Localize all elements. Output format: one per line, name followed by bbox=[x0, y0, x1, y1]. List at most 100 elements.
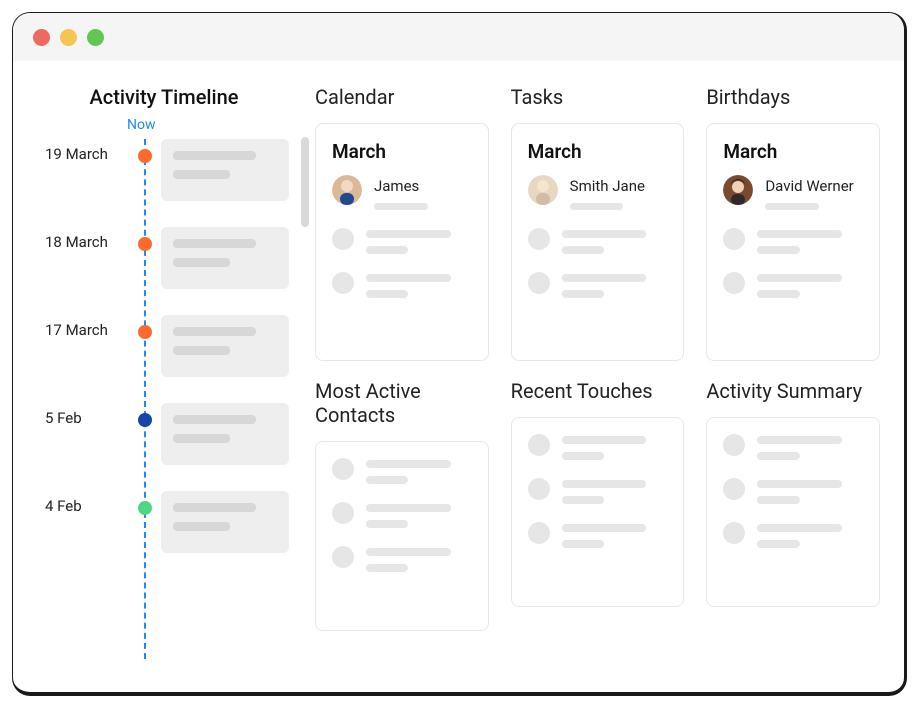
timeline-date: 5 Feb bbox=[45, 403, 121, 427]
placeholder-dot-icon bbox=[332, 458, 354, 480]
list-item[interactable] bbox=[332, 272, 472, 298]
placeholder-dot-icon bbox=[528, 522, 550, 544]
placeholder-dot-icon bbox=[723, 522, 745, 544]
activity-timeline-pane: Activity Timeline Now 19 March 18 March bbox=[29, 85, 301, 692]
placeholder-line bbox=[374, 203, 428, 210]
placeholder-line bbox=[757, 290, 799, 298]
placeholder-line bbox=[765, 203, 819, 210]
timeline-entry[interactable]: 5 Feb bbox=[45, 403, 293, 491]
placeholder-line bbox=[757, 246, 799, 254]
timeline-entry[interactable]: 4 Feb bbox=[45, 491, 293, 579]
titlebar bbox=[13, 13, 904, 61]
timeline-card[interactable] bbox=[161, 139, 289, 201]
card-month: March bbox=[528, 140, 668, 163]
list-item[interactable] bbox=[723, 522, 863, 548]
list-item[interactable] bbox=[332, 502, 472, 528]
birthdays-card[interactable]: March David Werner bbox=[706, 123, 880, 361]
placeholder-line bbox=[366, 246, 408, 254]
most-active-contacts-card[interactable] bbox=[315, 441, 489, 631]
window-close-button[interactable] bbox=[33, 29, 50, 46]
placeholder-line bbox=[757, 230, 842, 238]
section-title: Recent Touches bbox=[511, 379, 685, 403]
avatar bbox=[528, 175, 558, 205]
window-zoom-button[interactable] bbox=[87, 29, 104, 46]
placeholder-dot-icon bbox=[332, 502, 354, 524]
list-item[interactable] bbox=[332, 458, 472, 484]
timeline-card[interactable] bbox=[161, 227, 289, 289]
placeholder-dot-icon bbox=[332, 546, 354, 568]
timeline-date: 17 March bbox=[45, 315, 121, 339]
window-minimize-button[interactable] bbox=[60, 29, 77, 46]
placeholder-line bbox=[173, 151, 256, 160]
placeholder-dot-icon bbox=[528, 478, 550, 500]
dashboard-grid: Calendar March James bbox=[315, 85, 888, 692]
timeline-dot-icon bbox=[138, 237, 152, 251]
person-row[interactable]: Smith Jane bbox=[528, 175, 668, 210]
placeholder-line bbox=[366, 564, 408, 572]
placeholder-line bbox=[757, 524, 842, 532]
timeline-entry[interactable]: 17 March bbox=[45, 315, 293, 403]
placeholder-line bbox=[757, 496, 799, 504]
activity-summary-card[interactable] bbox=[706, 417, 880, 607]
placeholder-line bbox=[570, 203, 624, 210]
placeholder-line bbox=[173, 346, 230, 355]
placeholder-line bbox=[366, 460, 451, 468]
timeline-now-label: Now bbox=[127, 117, 293, 133]
list-item[interactable] bbox=[528, 522, 668, 548]
placeholder-dot-icon bbox=[332, 272, 354, 294]
person-name: Smith Jane bbox=[570, 177, 668, 195]
list-item[interactable] bbox=[528, 272, 668, 298]
timeline-card[interactable] bbox=[161, 315, 289, 377]
placeholder-line bbox=[562, 274, 647, 282]
placeholder-line bbox=[757, 452, 799, 460]
list-item[interactable] bbox=[723, 478, 863, 504]
list-item[interactable] bbox=[332, 228, 472, 254]
recent-touches-card[interactable] bbox=[511, 417, 685, 607]
placeholder-line bbox=[366, 476, 408, 484]
person-row[interactable]: David Werner bbox=[723, 175, 863, 210]
timeline-card[interactable] bbox=[161, 403, 289, 465]
person-row[interactable]: James bbox=[332, 175, 472, 210]
placeholder-line bbox=[562, 246, 604, 254]
placeholder-line bbox=[173, 239, 256, 248]
timeline-date: 4 Feb bbox=[45, 491, 121, 515]
placeholder-line bbox=[562, 540, 604, 548]
recent-touches-section: Recent Touches bbox=[511, 379, 685, 631]
timeline-date: 18 March bbox=[45, 227, 121, 251]
placeholder-dot-icon bbox=[528, 434, 550, 456]
list-item[interactable] bbox=[528, 434, 668, 460]
placeholder-line bbox=[173, 434, 230, 443]
placeholder-dot-icon bbox=[528, 272, 550, 294]
placeholder-line bbox=[173, 327, 256, 336]
placeholder-line bbox=[173, 503, 256, 512]
timeline-dot-icon bbox=[138, 413, 152, 427]
placeholder-dot-icon bbox=[723, 228, 745, 250]
placeholder-line bbox=[562, 496, 604, 504]
section-title: Tasks bbox=[511, 85, 685, 109]
list-item[interactable] bbox=[723, 434, 863, 460]
most-active-contacts-section: Most Active Contacts bbox=[315, 379, 489, 631]
content-area: Activity Timeline Now 19 March 18 March bbox=[13, 61, 904, 692]
calendar-card[interactable]: March James bbox=[315, 123, 489, 361]
timeline-dot-icon bbox=[138, 501, 152, 515]
avatar bbox=[723, 175, 753, 205]
activity-summary-section: Activity Summary bbox=[706, 379, 880, 631]
list-item[interactable] bbox=[528, 478, 668, 504]
placeholder-line bbox=[562, 230, 647, 238]
placeholder-line bbox=[562, 452, 604, 460]
placeholder-line bbox=[757, 436, 842, 444]
timeline-entry[interactable]: 19 March bbox=[45, 139, 293, 227]
section-title: Calendar bbox=[315, 85, 489, 109]
timeline-entry[interactable]: 18 March bbox=[45, 227, 293, 315]
list-item[interactable] bbox=[723, 272, 863, 298]
placeholder-line bbox=[173, 415, 256, 424]
placeholder-line bbox=[173, 258, 230, 267]
placeholder-line bbox=[757, 274, 842, 282]
list-item[interactable] bbox=[332, 546, 472, 572]
list-item[interactable] bbox=[528, 228, 668, 254]
timeline-card[interactable] bbox=[161, 491, 289, 553]
list-item[interactable] bbox=[723, 228, 863, 254]
scrollbar[interactable] bbox=[301, 137, 309, 227]
tasks-section: Tasks March Smith Jane bbox=[511, 85, 685, 361]
tasks-card[interactable]: March Smith Jane bbox=[511, 123, 685, 361]
